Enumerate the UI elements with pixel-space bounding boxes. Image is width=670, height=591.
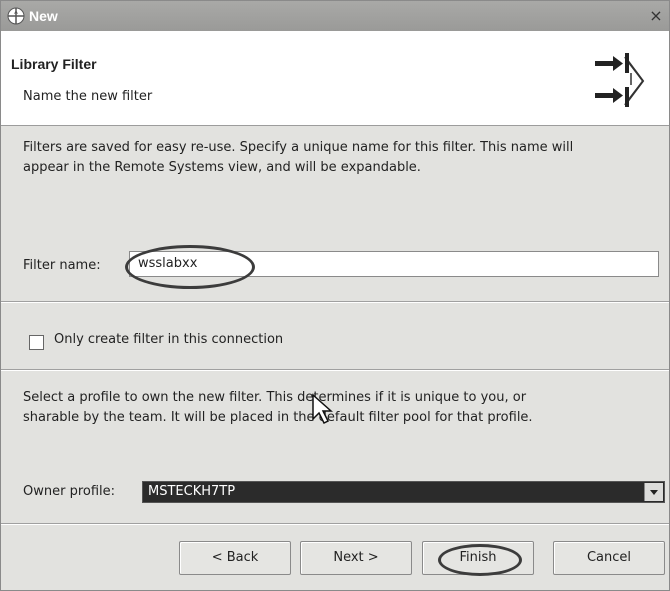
separator [1,369,669,371]
finish-button[interactable]: Finish [422,541,534,575]
chevron-down-icon[interactable] [644,483,663,501]
next-button[interactable]: Next > [300,541,412,575]
page-subtitle: Name the new filter [23,89,153,104]
only-connection-label: Only create filter in this connection [54,332,284,347]
separator [1,301,669,303]
profile-help-text: Select a profile to own the new filter. … [23,390,533,425]
close-button[interactable]: × [647,7,665,25]
back-button[interactable]: < Back [179,541,291,575]
page-title: Library Filter [11,56,97,72]
wizard-banner: Library Filter Name the new filter [1,31,669,126]
window-title: New [29,8,58,24]
only-connection-checkbox[interactable] [29,335,44,350]
app-globe-icon [7,7,25,25]
cancel-button[interactable]: Cancel [553,541,665,575]
filter-name-input[interactable]: wsslabxx [129,251,659,277]
mouse-cursor-icon [312,393,333,425]
filter-name-label: Filter name: [23,258,101,273]
owner-profile-value: MSTECKH7TP [148,484,236,499]
owner-profile-dropdown[interactable]: MSTECKH7TP [142,481,665,503]
separator [1,523,669,525]
intro-text: Filters are saved for easy re-use. Speci… [23,140,574,175]
title-bar[interactable]: New × [1,1,669,31]
wizard-filter-arrows-icon [595,53,645,107]
new-wizard-dialog: New × Library Filter Name the new filter… [0,0,670,591]
owner-profile-label: Owner profile: [23,484,116,499]
